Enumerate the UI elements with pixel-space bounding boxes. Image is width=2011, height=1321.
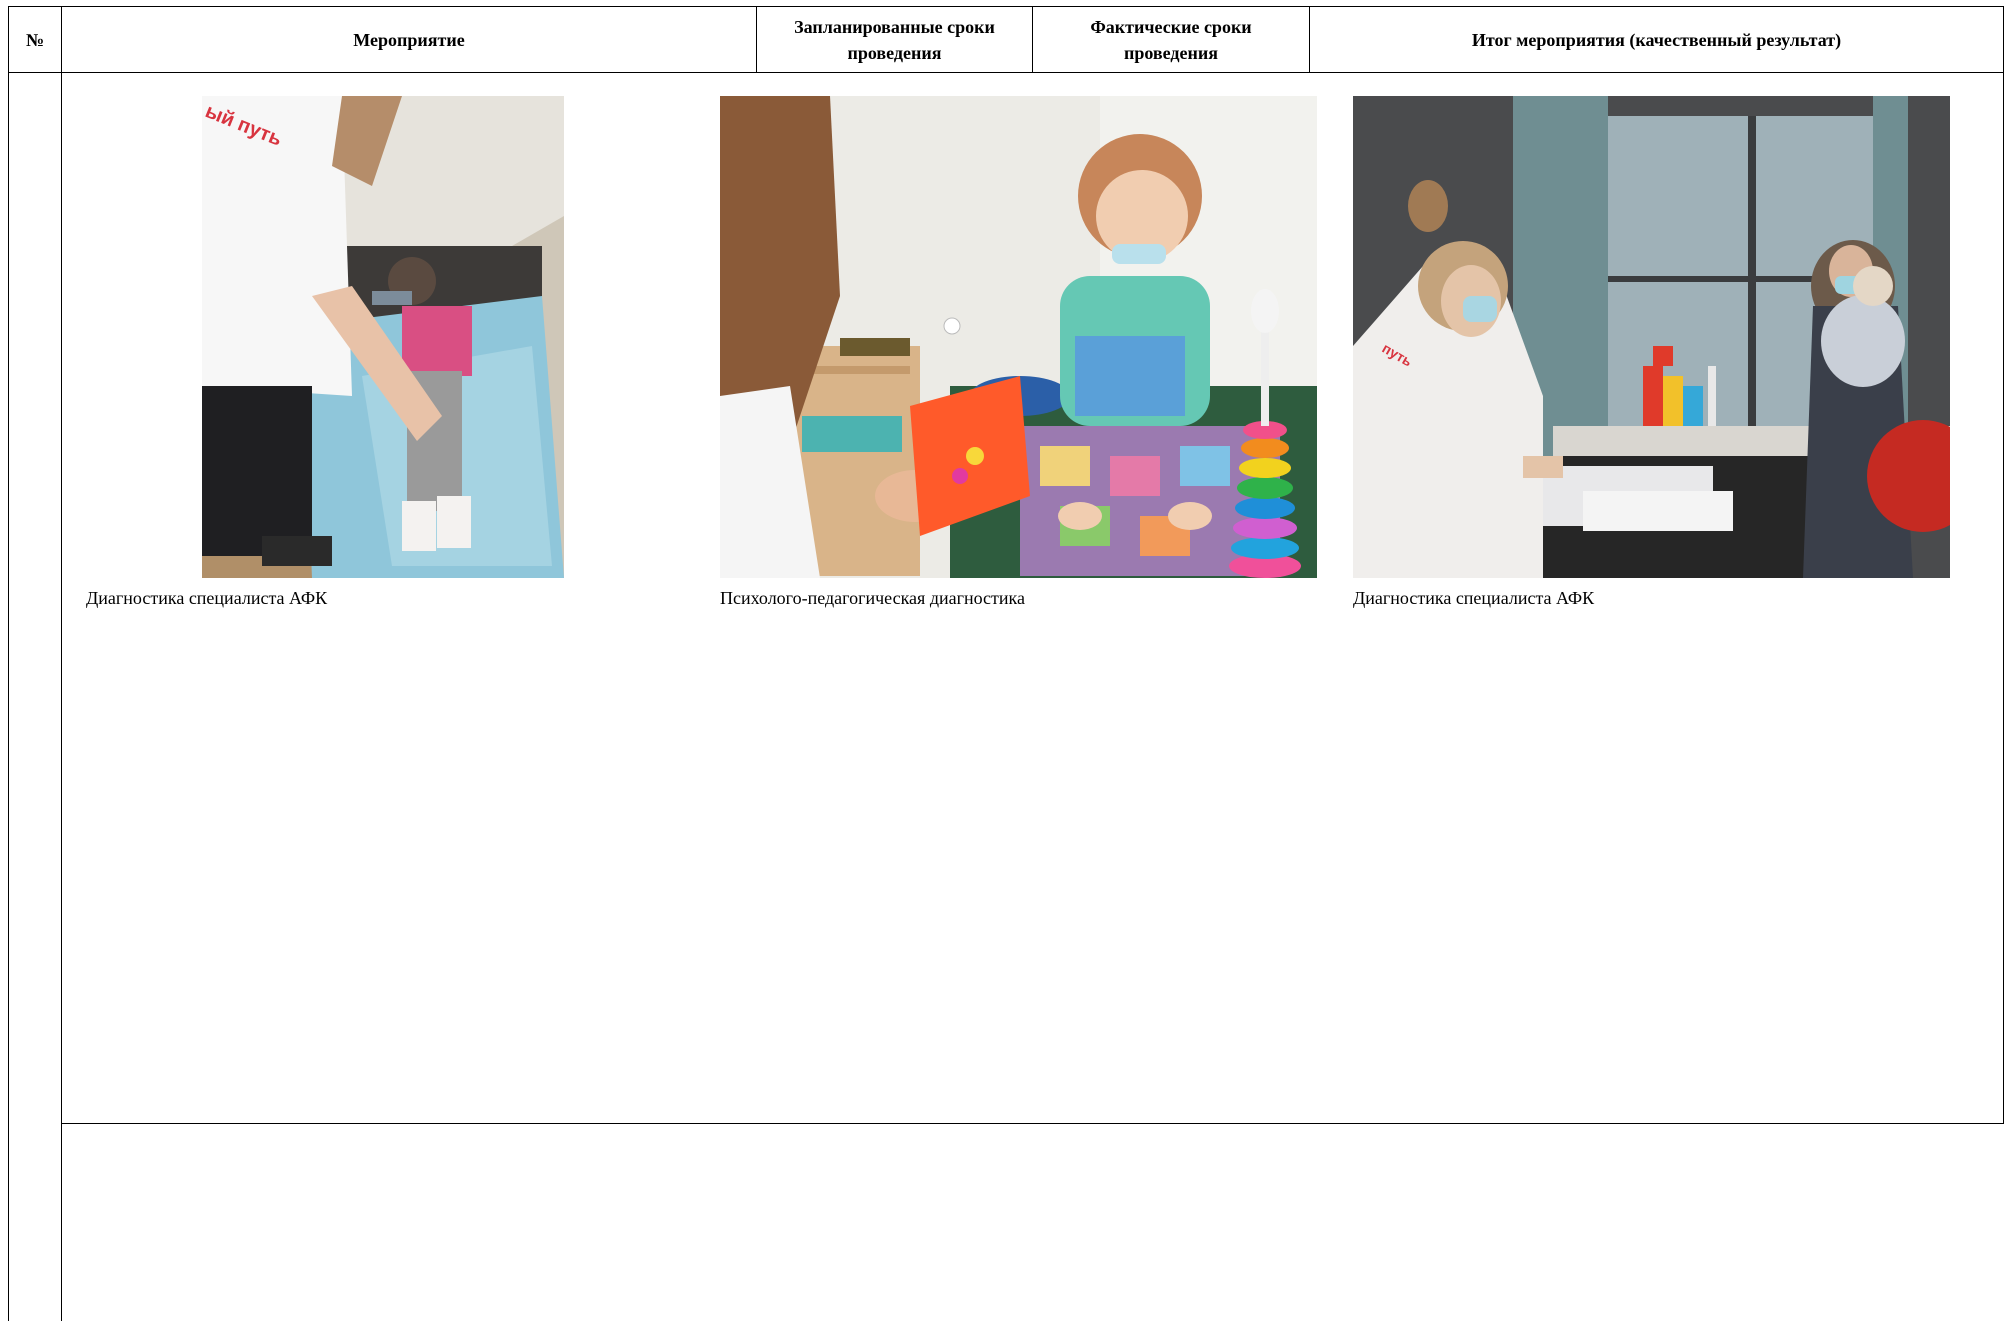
photo-afk-diagnostics-2: путь xyxy=(1353,96,1950,578)
photo-caption-3: Диагностика специалиста АФК xyxy=(1353,588,1595,608)
photo-caption-1: Диагностика специалиста АФК xyxy=(86,588,328,608)
photo-psych-diagnostics xyxy=(720,96,1317,578)
header-actual-dates: Фактические сроки проведения xyxy=(1090,16,1252,63)
header-event: Мероприятие xyxy=(353,29,465,50)
photo-afk-diagnostics-1: ый путь xyxy=(202,96,564,578)
photo-row-border-bottom xyxy=(61,1123,2004,1124)
header-planned-dates: Запланированные сроки проведения xyxy=(794,16,995,63)
header-number: № xyxy=(25,29,45,50)
table-border-left xyxy=(8,6,9,1321)
photo-caption-2: Психолого-педагогическая диагностика xyxy=(720,588,1026,608)
header-border-bottom xyxy=(8,72,2004,73)
header-result: Итог мероприятия (качественный результат… xyxy=(1471,29,1842,50)
table-border-right xyxy=(2003,6,2004,1124)
